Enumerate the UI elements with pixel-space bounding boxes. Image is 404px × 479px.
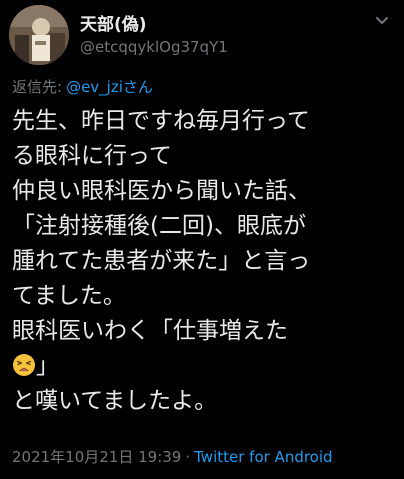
meta-separator: · (185, 448, 191, 466)
display-name[interactable]: 天部(偽) (80, 10, 147, 35)
tweet-line: と嘆いてましたよ。 (12, 388, 218, 414)
weary-face-emoji (12, 353, 36, 377)
reply-handle-link[interactable]: @ev_jziさん (66, 78, 153, 96)
tweet-line: 「注射接種後(二回)、眼底が (12, 213, 306, 239)
more-options-icon[interactable] (372, 10, 392, 30)
reply-label: 返信先: (12, 78, 63, 96)
source-link[interactable]: Twitter for Android (194, 448, 332, 466)
tweet-line: 」 (36, 353, 59, 379)
avatar[interactable] (9, 5, 69, 65)
tweet-line: 眼科医いわく「仕事増えた (12, 318, 288, 344)
tweet-line-emoji: 」 (12, 349, 398, 384)
tweet-text: 先生、昨日ですね毎月行って る眼科に行って 仲良い眼科医から聞いた話、 「注射接… (12, 104, 398, 419)
tweet-line: 先生、昨日ですね毎月行って (12, 108, 310, 134)
tweet-meta: 2021年10月21日 19:39 · Twitter for Android (12, 446, 333, 467)
tweet-line: る眼科に行って (12, 143, 172, 169)
timestamp[interactable]: 2021年10月21日 19:39 (12, 448, 181, 466)
user-handle[interactable]: @etcqqyklOg37qY1 (80, 38, 228, 56)
tweet-line: てました。 (12, 283, 126, 309)
reply-context: 返信先: @ev_jziさん (12, 76, 153, 97)
tweet-line: 腫れてた患者が来た」と言っ (12, 248, 311, 274)
tweet-line: 仲良い眼科医から聞いた話、 (12, 178, 311, 204)
tweet: 天部(偽) @etcqqyklOg37qY1 返信先: @ev_jziさん 先生、… (0, 0, 404, 479)
